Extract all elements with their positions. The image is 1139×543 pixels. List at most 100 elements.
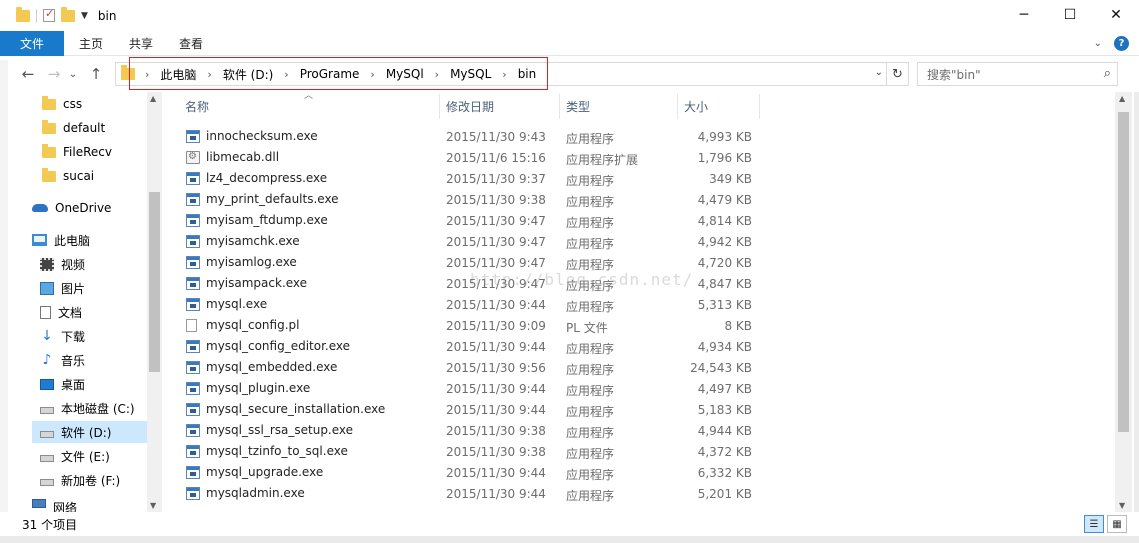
customize-toolbar-chevron-icon[interactable]: ▼ <box>81 11 88 21</box>
sidebar-item-documents[interactable]: 文档 <box>40 301 82 323</box>
breadcrumb-programe[interactable]: ProGrame <box>300 67 360 81</box>
breadcrumb-bin[interactable]: bin <box>518 67 537 81</box>
window-controls: ─ ☐ ✕ <box>1001 0 1139 30</box>
minimize-button[interactable]: ─ <box>1001 0 1047 30</box>
table-row[interactable]: mysql_config_editor.exe 2015/11/30 9:44 应用… <box>179 336 1109 357</box>
maximize-button[interactable]: ☐ <box>1047 0 1093 30</box>
file-list-scrollbar[interactable]: ▲ ▼ <box>1115 92 1132 512</box>
breadcrumb-drive-d[interactable]: 软件 (D:) <box>223 66 273 83</box>
sidebar-item-sucai[interactable]: sucai <box>42 165 94 187</box>
table-row[interactable]: my_print_defaults.exe 2015/11/30 9:38 应用程序… <box>179 189 1109 210</box>
sidebar-item-videos[interactable]: 视频 <box>40 253 85 275</box>
folder-icon <box>42 143 56 158</box>
sidebar-item-drive-c[interactable]: 本地磁盘 (C:) <box>40 397 135 419</box>
properties-icon[interactable] <box>43 7 55 22</box>
file-type: 应用程序 <box>566 363 615 377</box>
sidebar-item-drive-d[interactable]: 软件 (D:) <box>32 421 147 443</box>
breadcrumb-separator-icon[interactable]: › <box>284 68 288 81</box>
breadcrumb-separator-icon[interactable]: › <box>435 68 439 81</box>
file-size: 4,814 KB <box>697 214 752 228</box>
sidebar-item-this-pc[interactable]: 此电脑 <box>32 229 90 251</box>
table-row[interactable]: myisam_ftdump.exe 2015/11/30 9:47 应用程序 4,81… <box>179 210 1109 231</box>
tab-view[interactable]: 查看 <box>166 35 216 52</box>
address-bar[interactable]: › 此电脑 › 软件 (D:) › ProGrame › MySQl › MyS… <box>115 62 909 86</box>
table-row[interactable]: mysql_config.pl 2015/11/30 9:09 PL 文件 8 KB <box>179 315 1109 336</box>
expand-ribbon-icon[interactable]: ⌄ <box>1094 38 1102 49</box>
large-icons-view-icon[interactable]: ▦ <box>1107 515 1127 533</box>
exe-icon <box>186 486 200 500</box>
table-row[interactable]: mysql.exe 2015/11/30 9:44 应用程序 5,313 KB <box>179 294 1109 315</box>
search-icon[interactable]: ⌕ <box>1104 66 1111 81</box>
file-name-cell: mysqladmin.exe <box>186 486 305 500</box>
column-divider[interactable] <box>759 94 760 119</box>
column-divider[interactable] <box>677 94 678 119</box>
sidebar-item-default[interactable]: default <box>42 117 105 139</box>
scroll-down-icon[interactable]: ▼ <box>150 501 156 510</box>
file-name: myisamlog.exe <box>206 255 297 269</box>
file-date: 2015/11/30 9:09 <box>446 319 546 333</box>
table-row[interactable]: mysql_ssl_rsa_setup.exe 2015/11/30 9:38 应用… <box>179 420 1109 441</box>
sidebar-item-downloads[interactable]: ↓ 下载 <box>40 325 85 347</box>
column-divider[interactable] <box>439 94 440 119</box>
breadcrumb-separator-icon[interactable]: › <box>207 68 211 81</box>
table-row[interactable]: libmecab.dll 2015/11/6 15:16 应用程序扩展 1,796 K… <box>179 147 1109 168</box>
column-header-size[interactable]: 大小 <box>684 94 708 119</box>
sidebar-item-desktop[interactable]: 桌面 <box>40 373 85 395</box>
column-header-type[interactable]: 类型 <box>566 94 590 119</box>
search-input[interactable]: 搜索"bin" ⌕ <box>917 62 1118 86</box>
back-button[interactable]: ← <box>15 65 41 83</box>
table-row[interactable]: mysql_embedded.exe 2015/11/30 9:56 应用程序 24,… <box>179 357 1109 378</box>
details-view-icon[interactable]: ☰ <box>1084 515 1104 533</box>
forward-button[interactable]: → <box>41 65 67 83</box>
file-size: 1,796 KB <box>697 151 752 165</box>
scroll-down-icon[interactable]: ▼ <box>1119 501 1125 510</box>
sidebar-item-network[interactable]: 网络 <box>32 499 77 512</box>
tab-file[interactable]: 文件 <box>0 30 64 56</box>
close-button[interactable]: ✕ <box>1093 0 1139 30</box>
tab-home[interactable]: 主页 <box>66 35 116 52</box>
breadcrumb-this-pc[interactable]: 此电脑 <box>160 66 196 83</box>
address-history-chevron-icon[interactable]: ⌄ <box>875 67 883 78</box>
breadcrumb-separator-icon[interactable]: › <box>370 68 374 81</box>
scrollbar-thumb[interactable] <box>149 192 160 372</box>
table-row[interactable]: mysql_tzinfo_to_sql.exe 2015/11/30 9:38 应用… <box>179 441 1109 462</box>
table-row[interactable]: mysql_plugin.exe 2015/11/30 9:44 应用程序 4,497… <box>179 378 1109 399</box>
table-row[interactable]: mysql_secure_installation.exe 2015/11/30 … <box>179 399 1109 420</box>
up-button[interactable]: ↑ <box>83 65 109 83</box>
new-folder-icon[interactable] <box>61 6 75 22</box>
scroll-up-icon[interactable]: ▲ <box>150 94 156 103</box>
sidebar-item-css[interactable]: css <box>42 93 82 115</box>
sidebar-item-drive-f[interactable]: 新加卷 (F:) <box>40 469 120 491</box>
file-type: 应用程序 <box>566 405 615 419</box>
column-header-date[interactable]: 修改日期 <box>446 94 494 119</box>
exe-icon <box>186 339 200 353</box>
sidebar-item-drive-e[interactable]: 文件 (E:) <box>40 445 110 467</box>
file-name: mysql_tzinfo_to_sql.exe <box>206 444 348 458</box>
recent-locations-chevron-icon[interactable]: ⌄ <box>67 69 79 80</box>
column-header-name[interactable]: 名称 <box>185 94 209 119</box>
table-row[interactable]: innochecksum.exe 2015/11/30 9:43 应用程序 4,993… <box>179 126 1109 147</box>
file-size: 5,183 KB <box>697 403 752 417</box>
breadcrumb-separator-icon[interactable]: › <box>145 68 149 81</box>
sidebar-item-music[interactable]: ♪ 音乐 <box>40 349 85 371</box>
table-row[interactable]: lz4_decompress.exe 2015/11/30 9:37 应用程序 349… <box>179 168 1109 189</box>
help-icon[interactable]: ? <box>1114 36 1129 51</box>
breadcrumb-mysql-1[interactable]: MySQl <box>386 67 424 81</box>
column-divider[interactable] <box>559 94 560 119</box>
document-icon <box>40 305 51 319</box>
tab-share[interactable]: 共享 <box>116 35 166 52</box>
scroll-up-icon[interactable]: ▲ <box>1119 94 1125 103</box>
sidebar-item-onedrive[interactable]: OneDrive <box>32 197 111 219</box>
sidebar-scrollbar[interactable]: ▲ ▼ <box>147 92 162 512</box>
table-row[interactable]: mysql_upgrade.exe 2015/11/30 9:44 应用程序 6,33… <box>179 462 1109 483</box>
sidebar-item-filerecv[interactable]: FileRecv <box>42 141 112 163</box>
table-row[interactable]: mysqladmin.exe 2015/11/30 9:44 应用程序 5,201 K… <box>179 483 1109 504</box>
sidebar-item-pictures[interactable]: 图片 <box>40 277 85 299</box>
breadcrumb-mysql-2[interactable]: MySQL <box>450 67 491 81</box>
refresh-icon[interactable]: ↻ <box>886 63 908 85</box>
scrollbar-thumb[interactable] <box>1118 112 1129 432</box>
exe-icon <box>186 255 200 269</box>
file-name-cell: mysql.exe <box>186 297 267 311</box>
breadcrumb-separator-icon[interactable]: › <box>502 68 506 81</box>
table-row[interactable]: myisamchk.exe 2015/11/30 9:47 应用程序 4,942 KB <box>179 231 1109 252</box>
